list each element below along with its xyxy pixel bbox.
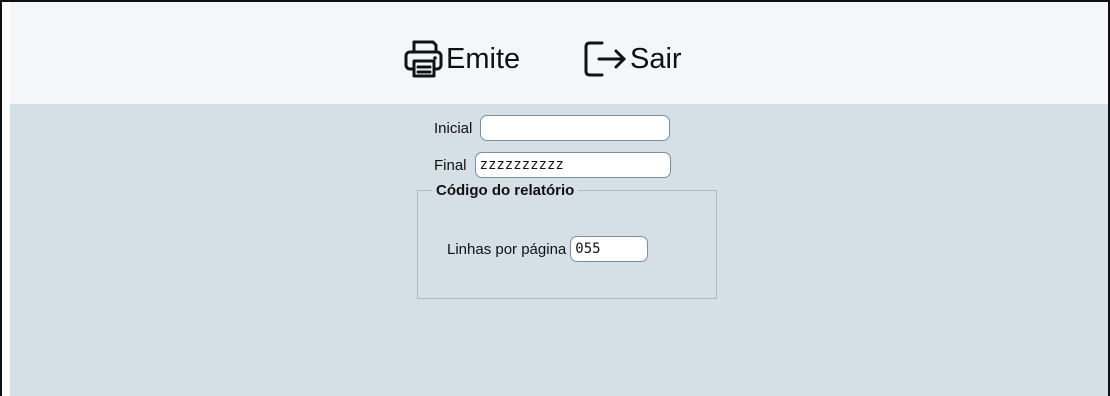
inicial-input[interactable]	[480, 115, 671, 141]
linhas-input[interactable]	[570, 236, 649, 262]
linhas-label: Linhas por página	[447, 240, 567, 258]
inicial-label: Inicial	[434, 119, 473, 137]
group-title: Código do relatório	[436, 182, 575, 199]
toolbar: Emite Sair	[10, 2, 1108, 104]
final-input[interactable]	[474, 152, 671, 178]
exit-icon	[582, 38, 630, 80]
inicial-row: Inicial	[434, 115, 671, 141]
final-label: Final	[434, 156, 467, 174]
emite-label: Emite	[446, 42, 521, 75]
linhas-row: Linhas por página	[447, 236, 649, 262]
sair-label: Sair	[630, 42, 682, 75]
emite-button[interactable]: Emite	[402, 38, 520, 80]
final-row: Final	[434, 152, 671, 178]
printer-icon	[402, 38, 446, 80]
left-strip	[2, 104, 10, 396]
app-window: Emite Sair Código do relatório Inicial F…	[0, 0, 1110, 396]
sair-button[interactable]: Sair	[582, 38, 682, 80]
